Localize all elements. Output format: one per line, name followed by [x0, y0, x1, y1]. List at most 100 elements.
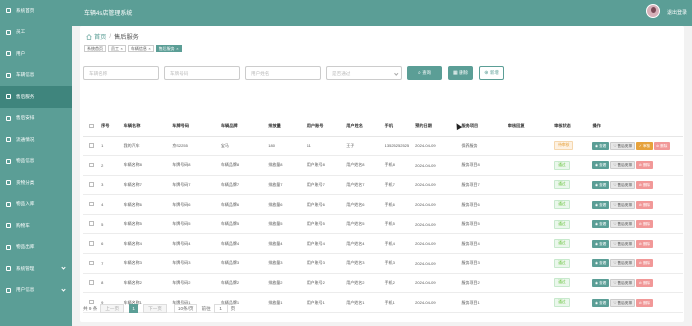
goto-label: 前往 [201, 305, 211, 311]
row-delete-button[interactable]: ⊘ 删除 [636, 278, 653, 287]
after-sales-button[interactable]: ♡ 售后安排 [609, 259, 636, 268]
table-row[interactable]: 4 车辆名称6 车牌号码6 车辆品牌6 排放量6 用户账号6 用户姓名6 手机6 2024-04… [83, 194, 683, 215]
close-icon[interactable]: × [121, 46, 123, 52]
page-size-select[interactable]: 10条/页 [173, 304, 198, 313]
after-sales-button[interactable]: ♡ 售后安排 [609, 161, 636, 170]
action-label: 删除 [642, 163, 651, 168]
row-delete-button[interactable]: ⊘ 删除 [636, 239, 653, 248]
row-delete-button[interactable]: ⊘ 删除 [636, 200, 653, 209]
page-unit-label: 页 [230, 305, 236, 311]
sidebar-item-5[interactable]: 售后安排 [0, 108, 72, 130]
delete-button[interactable]: ▦ 删除 [448, 66, 473, 80]
action-label: 售后安排 [617, 163, 632, 168]
table-row[interactable]: 1 我的汽车 京S2255 宝马 180 11 王子 13525252525 2024-04-0… [83, 136, 683, 157]
table-row[interactable]: 5 车辆名称5 车牌号码5 车辆品牌5 排放量5 用户账号5 用户姓名5 手机5 2024-04… [83, 214, 683, 235]
table-row[interactable]: 7 车辆名称3 车牌号码3 车辆品牌3 排放量3 用户账号3 用户姓名3 手机3 2024-04… [83, 253, 683, 274]
after-sales-button[interactable]: ♡ 售后安排 [609, 220, 636, 229]
breadcrumb-home[interactable]: 首页 [94, 32, 106, 41]
row-checkbox[interactable] [89, 280, 94, 285]
heart-icon: ♡ [613, 143, 617, 148]
row-delete-button[interactable]: ⊘ 删除 [636, 259, 653, 268]
vehicle-name-input[interactable]: 车辆名称 [83, 66, 159, 80]
logout-link[interactable]: 退出登录 [667, 9, 687, 16]
actions-cell: ◉ 查看 ♡ 售后安排 ⊘ 删除 [592, 233, 683, 255]
sidebar-item-1[interactable]: 员工 [0, 22, 72, 44]
plate-number-input[interactable]: 车牌号码 [164, 66, 240, 80]
close-icon[interactable]: × [176, 46, 178, 52]
row-checkbox[interactable] [89, 201, 94, 207]
table-cell: 京S2255 [172, 136, 221, 157]
after-sales-button[interactable]: ♡ 售后安排 [609, 141, 636, 150]
sidebar-item-3[interactable]: 车辆信息 [0, 65, 72, 87]
query-button[interactable]: ⌕ 查询 [407, 66, 442, 80]
sidebar-item-4[interactable]: 售后服务 [0, 86, 72, 108]
view-button[interactable]: ◉ 查看 [592, 180, 609, 189]
row-checkbox[interactable] [89, 182, 94, 187]
view-button[interactable]: ◉ 查看 [592, 161, 609, 170]
prev-page-button[interactable]: 上一页 [100, 304, 125, 313]
add-button[interactable]: ⊕ 新增 [479, 66, 504, 80]
sidebar-item-2[interactable]: 用户 [0, 43, 72, 65]
row-delete-button[interactable]: ⊘ 删除 [636, 220, 653, 229]
after-sales-button[interactable]: ♡ 售后安排 [609, 239, 636, 248]
table-cell: 用户姓名8 [346, 155, 385, 176]
view-button[interactable]: ◉ 查看 [592, 298, 609, 307]
table-cell: 用户姓名4 [346, 233, 385, 255]
row-checkbox[interactable] [89, 260, 94, 266]
sidebar-item-7[interactable]: 物品信息 [0, 151, 72, 173]
sidebar-item-9[interactable]: 物品入库 [0, 194, 72, 216]
after-sales-button[interactable]: ♡ 售后安排 [609, 278, 636, 287]
status-badge: 通过 [554, 298, 570, 308]
select-all-checkbox[interactable] [89, 123, 94, 128]
column-header: 排放量 [268, 117, 307, 137]
user-name-input[interactable]: 用户姓名 [245, 66, 321, 80]
table-row[interactable]: 6 车辆名称4 车牌号码4 车辆品牌4 排放量4 用户账号4 用户姓名4 手机4 2024-04… [83, 233, 683, 255]
column-header: 服务项目 [461, 117, 508, 137]
tab-vehicle[interactable]: 车辆信息 × [127, 45, 154, 52]
view-button[interactable]: ◉ 查看 [592, 141, 609, 150]
sidebar-item-0[interactable]: 系统首页 [0, 0, 72, 22]
next-page-button[interactable]: 下一页 [143, 304, 167, 313]
after-sales-button[interactable]: ♡ 售后安排 [609, 200, 636, 209]
tab-home[interactable]: 系统首页 [84, 45, 106, 52]
sidebar-item-12[interactable]: 系统管理 [0, 258, 72, 280]
audit-status-select[interactable]: 是否通过 [326, 66, 402, 80]
audit-button[interactable]: ✓ 审核 [636, 141, 653, 150]
sidebar-item-13[interactable]: 用户信息 [0, 280, 72, 302]
table-body: 1 我的汽车 京S2255 宝马 180 11 王子 13525252525 2024-04-0… [83, 136, 683, 313]
page-number[interactable]: 1 [129, 304, 139, 313]
close-icon[interactable]: × [148, 46, 150, 52]
row-checkbox[interactable] [89, 162, 94, 168]
view-button[interactable]: ◉ 查看 [592, 259, 609, 268]
tab-after-sales[interactable]: 售后服务 × [155, 45, 182, 52]
table-row[interactable]: 3 车辆名称7 车牌号码7 车辆品牌7 排放量7 用户账号7 用户姓名7 手机7 2024-04… [83, 175, 683, 196]
view-button[interactable]: ◉ 查看 [592, 220, 609, 229]
tab-staff[interactable]: 员工 × [108, 45, 126, 52]
after-sales-button[interactable]: ♡ 售后安排 [609, 298, 636, 307]
row-delete-button[interactable]: ⊘ 删除 [636, 180, 653, 189]
view-button[interactable]: ◉ 查看 [592, 200, 609, 209]
sidebar-item-8[interactable]: 货物分类 [0, 172, 72, 194]
row-checkbox[interactable] [89, 221, 94, 226]
sidebar-item-11[interactable]: 物品出库 [0, 237, 72, 259]
view-button[interactable]: ◉ 查看 [592, 278, 609, 287]
row-delete-button[interactable]: ⊘ 删除 [653, 141, 670, 150]
home-icon [6, 8, 11, 14]
row-delete-button[interactable]: ⊘ 删除 [636, 161, 653, 170]
after-sales-button[interactable]: ♡ 售后安排 [609, 180, 636, 189]
table-row[interactable]: 2 车辆名称8 车牌号码8 车辆品牌8 排放量8 用户账号8 用户姓名8 手机8 2024-04… [83, 155, 683, 176]
avatar[interactable] [646, 4, 660, 18]
sidebar-item-6[interactable]: 流通情况 [0, 129, 72, 151]
row-checkbox[interactable] [89, 143, 94, 148]
sidebar-item-10[interactable]: 购物车 [0, 215, 72, 237]
table-cell: 6 [101, 233, 124, 255]
goto-page-input[interactable]: 1 [213, 304, 228, 313]
table-cell: 车辆名称7 [123, 175, 173, 196]
table-cell: 通过 [554, 194, 593, 215]
heart-icon: ♡ [613, 280, 617, 285]
row-delete-button[interactable]: ⊘ 删除 [636, 298, 653, 307]
table-row[interactable]: 8 车辆名称2 车牌号码2 车辆品牌2 排放量2 用户账号2 用户姓名2 手机2 2024-04… [83, 273, 683, 294]
row-checkbox[interactable] [89, 241, 94, 246]
eye-icon: ◉ [594, 280, 599, 285]
view-button[interactable]: ◉ 查看 [592, 239, 609, 248]
